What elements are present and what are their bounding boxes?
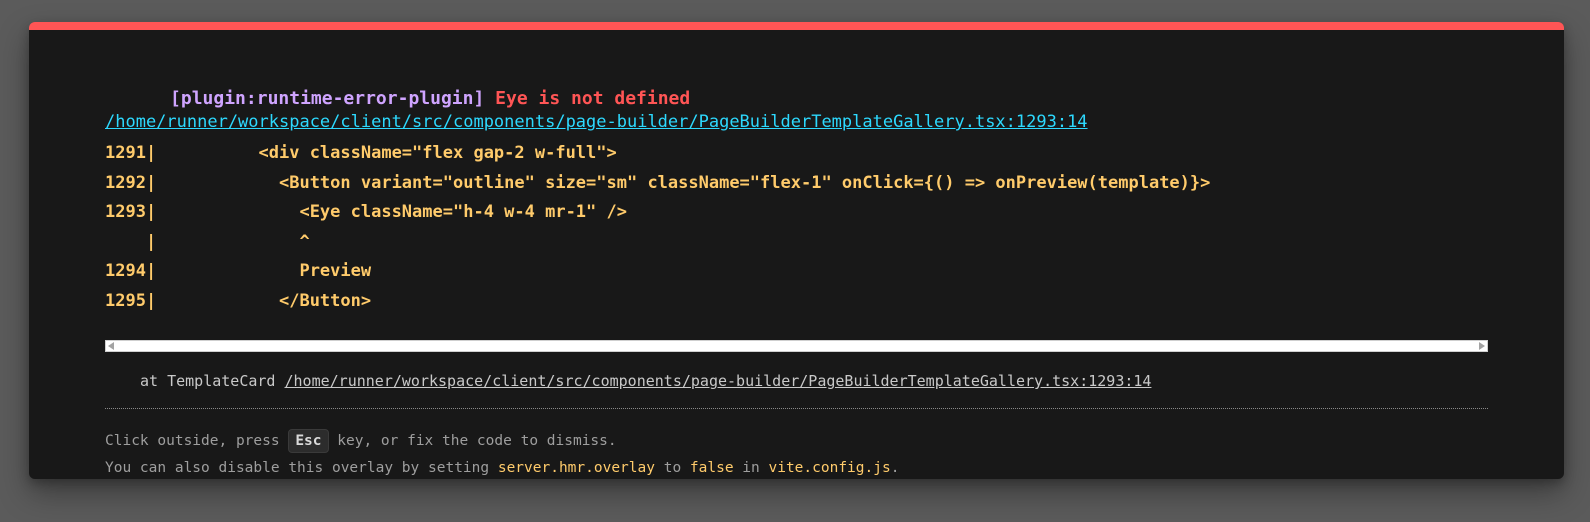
code-line: 1291| <div className="flex gap-2 w-full"… [105, 143, 617, 163]
stack-file-link[interactable]: /home/runner/workspace/client/src/compon… [285, 372, 1152, 390]
plugin-label: [plugin:runtime-error-plugin] [170, 88, 485, 109]
stack-trace: at TemplateCard /home/runner/workspace/c… [140, 370, 1151, 392]
dismiss-tip: Click outside, press Esc key, or fix the… [105, 429, 617, 453]
config-file: vite.config.js [768, 460, 891, 476]
tip-text: in [733, 460, 769, 476]
horizontal-scrollbar[interactable] [105, 340, 1488, 352]
code-line: 1295| </Button> [105, 290, 372, 311]
setting-name: server.hmr.overlay [497, 460, 655, 476]
tip-text: key, or fix the code to dismiss. [328, 433, 617, 449]
code-line: 1293| <Eye className="h-4 w-4 mr-1" /> [105, 202, 627, 223]
scroll-right-arrow-icon[interactable] [1479, 342, 1485, 350]
tip-text: to [654, 460, 690, 476]
stack-prefix: at TemplateCard [140, 372, 285, 390]
tip-text: . [890, 460, 900, 476]
divider [105, 408, 1488, 409]
tip-text: Click outside, press [105, 433, 289, 449]
code-line: 1292| <Button variant="outline" size="sm… [105, 172, 1211, 193]
code-line-caret: | ^ [105, 231, 310, 252]
esc-key: Esc [288, 429, 329, 453]
overlay-config-tip: You can also disable this overlay by set… [105, 457, 899, 479]
code-frame: 1291| <div className="flex gap-2 w-full"… [105, 139, 1488, 317]
error-text: Eye is not defined [495, 88, 691, 109]
error-file-link[interactable]: /home/runner/workspace/client/src/compon… [105, 110, 1088, 134]
code-line: 1294| Preview [105, 261, 372, 282]
tip-text: You can also disable this overlay by set… [105, 460, 498, 476]
setting-value: false [689, 460, 734, 476]
error-overlay: [plugin:runtime-error-plugin] Eye is not… [29, 22, 1564, 479]
scroll-left-arrow-icon[interactable] [108, 342, 114, 350]
